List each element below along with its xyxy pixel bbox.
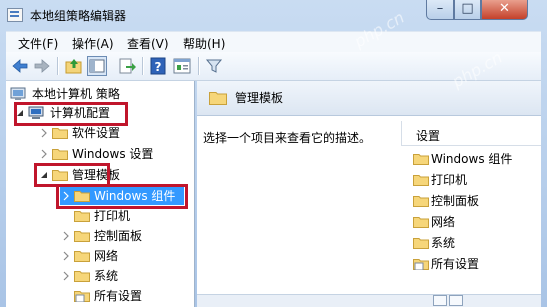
- computer-policy-icon: [10, 87, 26, 100]
- folder-icon: [52, 128, 68, 139]
- forward-arrow-icon[interactable]: [32, 56, 52, 76]
- title-bar: 本地组策略编辑器 – □ ✕: [0, 0, 547, 30]
- annotation-box: [56, 184, 188, 209]
- folder-icon: [413, 154, 429, 165]
- minimize-button[interactable]: –: [426, 0, 454, 20]
- close-button[interactable]: ✕: [481, 0, 528, 20]
- tree-item-windows-settings-label: Windows 设置: [72, 147, 154, 161]
- menu-bar: 文件(F) 操作(A) 查看(V) 帮助(H): [6, 31, 541, 52]
- collapsed-arrow-icon[interactable]: [62, 267, 70, 285]
- list-item-label: 控制面板: [431, 194, 480, 208]
- menu-action[interactable]: 操作(A): [72, 35, 114, 52]
- menu-help[interactable]: 帮助(H): [183, 35, 225, 52]
- export-list-icon[interactable]: [117, 56, 137, 76]
- tree-root-label: 本地计算机 策略: [32, 87, 120, 101]
- folder-icon: [209, 92, 227, 105]
- tree-item-all-settings-label: 所有设置: [94, 289, 143, 303]
- description-text: 选择一个项目来查看它的描述。: [203, 131, 372, 145]
- window: 本地组策略编辑器 – □ ✕ 文件(F) 操作(A) 查看(V) 帮助(H) ?: [0, 0, 547, 307]
- toolbar-separator: [198, 57, 200, 75]
- folder-icon: [413, 175, 429, 186]
- folder-icon: [413, 238, 429, 249]
- collapsed-arrow-icon[interactable]: [40, 124, 48, 142]
- annotation-box: [14, 102, 128, 126]
- tree-item-printers-label: 打印机: [94, 209, 131, 223]
- folder-icon: [74, 231, 90, 242]
- menu-view[interactable]: 查看(V): [127, 35, 169, 52]
- policy-editor-app-icon: [7, 8, 23, 22]
- details-title: 管理模板: [235, 91, 284, 105]
- details-pane: 管理模板 选择一个项目来查看它的描述。 设置 Windows 组件 打印机 控制…: [197, 81, 541, 307]
- up-folder-icon[interactable]: [64, 56, 84, 76]
- tree-item-system-label: 系统: [94, 269, 119, 283]
- window-title: 本地组策略编辑器: [30, 9, 127, 23]
- folder-icon: [413, 217, 429, 228]
- filter-icon[interactable]: [204, 56, 224, 76]
- tree-pane: 本地计算机 策略 计算机配置 软件设置 Windows 设置 管理模板 Wind…: [6, 81, 195, 307]
- folder-icon: [74, 251, 90, 262]
- folder-icon: [74, 271, 90, 282]
- folder-icon: [52, 149, 68, 160]
- list-item-label: 所有设置: [431, 257, 480, 271]
- toolbar-separator: [57, 57, 59, 75]
- tree-item-software-settings-label: 软件设置: [72, 126, 121, 140]
- all-settings-icon: [74, 291, 90, 302]
- folder-icon: [413, 196, 429, 207]
- back-arrow-icon[interactable]: [10, 56, 30, 76]
- help-icon[interactable]: ?: [148, 56, 168, 76]
- list-item-label: 系统: [431, 236, 456, 250]
- tree-item-control-panel-label: 控制面板: [94, 229, 143, 243]
- list-item-label: 打印机: [431, 173, 468, 187]
- menu-file[interactable]: 文件(F): [18, 35, 58, 52]
- list-item-label: Windows 组件: [431, 152, 513, 166]
- collapsed-arrow-icon[interactable]: [40, 145, 48, 163]
- list-item-label: 网络: [431, 215, 456, 229]
- all-settings-icon: [413, 259, 429, 270]
- toolbar-separator: [142, 57, 144, 75]
- collapsed-arrow-icon[interactable]: [62, 247, 70, 265]
- svg-text:?: ?: [155, 60, 162, 74]
- folder-icon: [74, 211, 90, 222]
- properties-icon[interactable]: [172, 56, 192, 76]
- collapsed-arrow-icon[interactable]: [62, 227, 70, 245]
- tree-item-network-label: 网络: [94, 249, 119, 263]
- details-header: 管理模板: [197, 81, 541, 116]
- column-header-label: 设置: [416, 129, 441, 143]
- extended-view-tab[interactable]: [433, 295, 447, 306]
- show-hide-tree-icon[interactable]: [87, 56, 107, 76]
- column-header-settings[interactable]: 设置: [401, 121, 541, 146]
- maximize-button[interactable]: □: [454, 0, 481, 20]
- status-bar: [197, 294, 541, 307]
- standard-view-tab[interactable]: [449, 295, 463, 306]
